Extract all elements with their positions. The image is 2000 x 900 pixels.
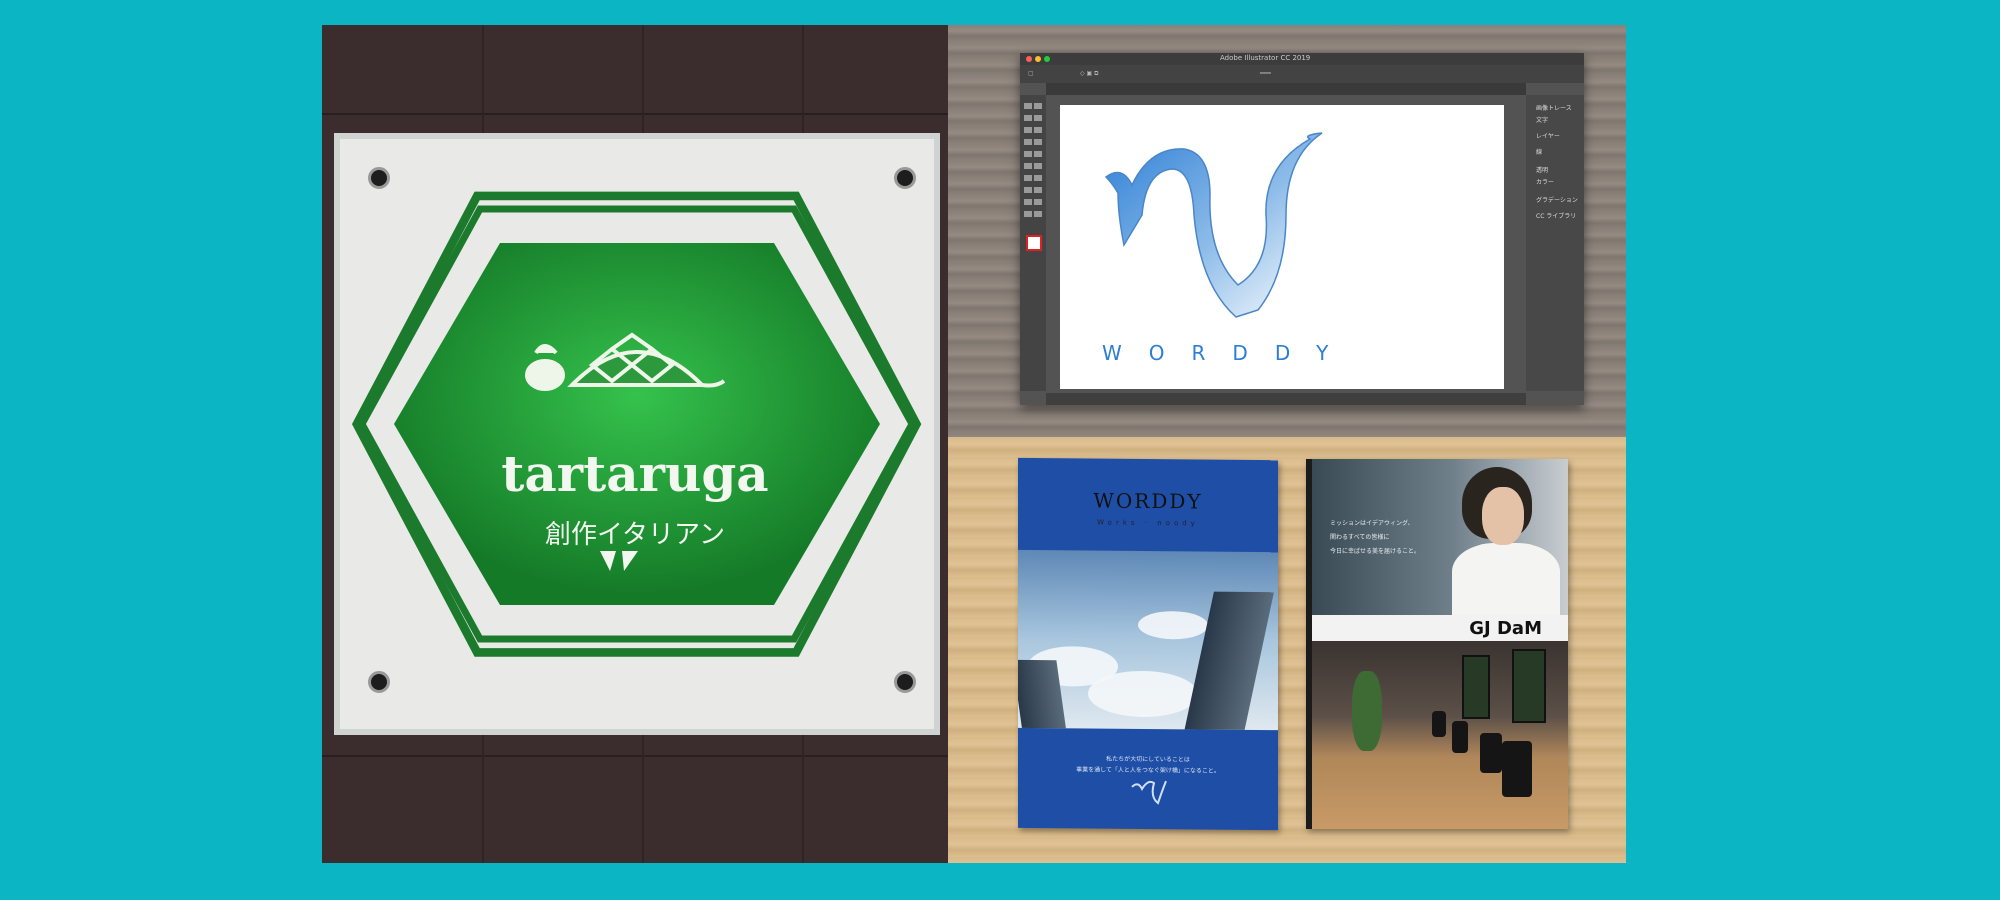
maximize-icon <box>1044 56 1050 62</box>
window-titlebar: Adobe Illustrator CC 2019 <box>1020 53 1584 65</box>
panel-item[interactable]: CC ライブラリ <box>1536 211 1576 220</box>
person-figure <box>1452 543 1560 615</box>
brochure-copy: ミッションはイデアウィング、 関わるすべての皆様に 今日に幸ばせる美を届けること… <box>1330 517 1420 559</box>
hexagon-emblem <box>351 191 922 657</box>
status-bar <box>1046 393 1526 405</box>
tools-panel <box>1020 95 1046 391</box>
panel-item[interactable]: 画像トレース <box>1536 103 1572 112</box>
brochure-body: 私たちが大切にしていることは 事業を通して「人と人をつなぐ架け橋」になること。 <box>1018 753 1278 777</box>
illustrator-photo: Adobe Illustrator CC 2019 ▢ ◇ ▣ ⧉ ━━━ WO… <box>948 25 1626 437</box>
right-panels: 画像トレース 文字 レイヤー 線 透明 カラー グラデーション CC ライブラリ <box>1526 95 1584 391</box>
sky-buildings-photo <box>1018 549 1278 731</box>
wood-seam <box>322 113 948 115</box>
panel-item[interactable]: 透明 <box>1536 165 1548 174</box>
window-title: Adobe Illustrator CC 2019 <box>1220 54 1311 62</box>
brochure-subtitle: Works · noody <box>1097 518 1199 528</box>
n-logo-icon <box>1131 780 1167 805</box>
control-item: ▢ <box>1028 70 1034 77</box>
artboard: WORDDY <box>1060 105 1504 389</box>
brochure-copy-line: ミッションはイデアウィング、 <box>1330 520 1414 527</box>
photo-collage: tartaruga 創作イタリアン Adobe Illustrator CC 2… <box>322 25 1626 863</box>
panel-item[interactable]: 文字 <box>1536 115 1548 124</box>
salon-interior-photo <box>1312 641 1568 829</box>
illustrator-window: Adobe Illustrator CC 2019 ▢ ◇ ▣ ⧉ ━━━ WO… <box>1020 53 1584 405</box>
document-tab <box>1046 83 1526 95</box>
close-icon <box>1026 56 1032 62</box>
panel-item[interactable]: レイヤー <box>1536 131 1560 140</box>
salon-logo: GJ DaM <box>1469 618 1542 639</box>
sign-restaurant-subtitle: 創作イタリアン <box>545 520 725 550</box>
brochure-cover-photo: ミッションはイデアウィング、 関わるすべての皆様に 今日に幸ばせる美を届けること… <box>1312 459 1568 615</box>
person-figure <box>1482 487 1524 545</box>
restaurant-sign-photo: tartaruga 創作イタリアン <box>322 25 948 863</box>
minimize-icon <box>1035 56 1041 62</box>
wood-seam <box>322 755 948 757</box>
artboard-wordmark: WORDDY <box>1102 341 1356 365</box>
brochure-title: WORDDY <box>1093 488 1203 514</box>
dam-salon-brochure: ミッションはイデアウィング、 関わるすべての皆様に 今日に幸ばせる美を届けること… <box>1306 459 1568 829</box>
brochures-photo: WORDDY Works · noody 私たちが大切にしていることは 事業を通… <box>948 437 1626 863</box>
brochure-copy-line: 今日に幸ばせる美を届けること。 <box>1330 548 1421 555</box>
panel-item[interactable]: 線 <box>1536 147 1542 156</box>
sign-plate: tartaruga 創作イタリアン <box>334 133 940 735</box>
sign-restaurant-name: tartaruga <box>501 444 769 503</box>
brochure-body-line: 事業を通して「人と人をつなぐ架け橋」になること。 <box>1076 766 1220 775</box>
control-bar: ▢ ◇ ▣ ⧉ ━━━ <box>1020 65 1584 83</box>
brochure-copy-line: 関わるすべての皆様に <box>1330 534 1390 541</box>
panel-item[interactable]: グラデーション <box>1536 195 1578 204</box>
worddy-brochure: WORDDY Works · noody 私たちが大切にしていることは 事業を通… <box>1018 457 1278 831</box>
control-item: ━━━ <box>1260 70 1271 77</box>
panel-item[interactable]: カラー <box>1536 177 1554 186</box>
n-logo-icon <box>1104 132 1323 318</box>
control-item: ◇ ▣ ⧉ <box>1080 70 1099 77</box>
